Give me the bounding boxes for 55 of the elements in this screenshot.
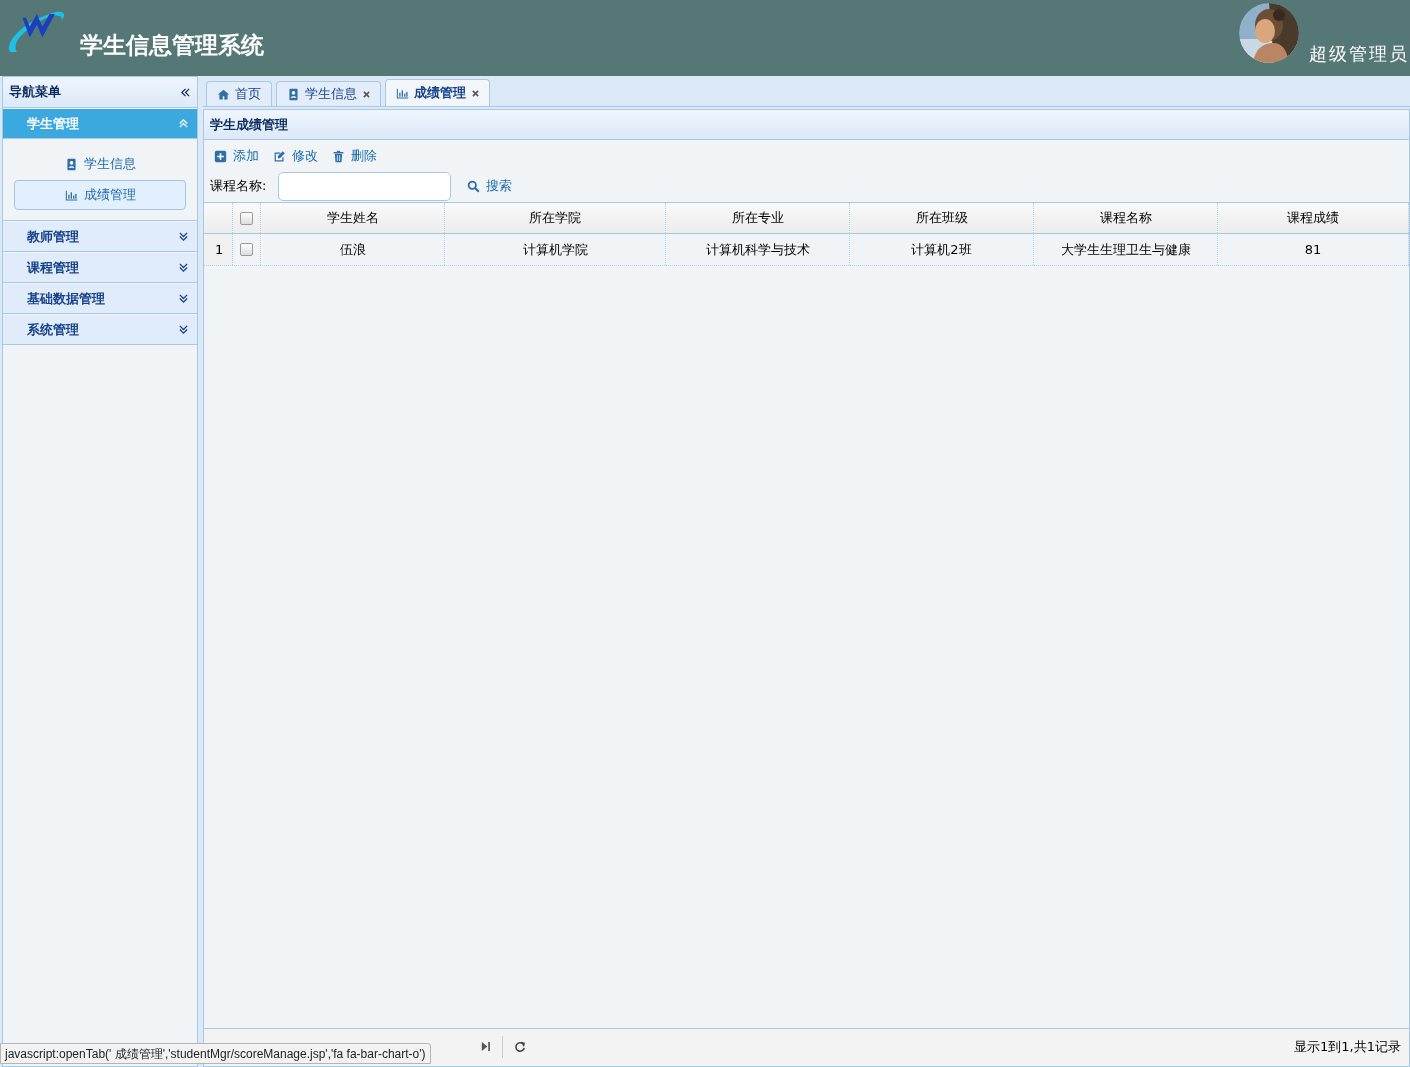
double-chevron-down-icon[interactable] (178, 324, 189, 335)
table-cell: 计算机学院 (445, 234, 666, 265)
contact-card-icon (64, 157, 78, 171)
toolbar-button[interactable]: 修改 (269, 144, 322, 168)
table-cell: 伍浪 (261, 234, 445, 265)
table-cell: 81 (1218, 234, 1409, 265)
column-header[interactable]: 所在学院 (445, 203, 666, 233)
column-header[interactable]: 所在班级 (850, 203, 1034, 233)
collapse-icon[interactable] (180, 86, 191, 98)
table-cell: 大学生生理卫生与健康 (1034, 234, 1218, 265)
column-header[interactable]: 所在专业 (666, 203, 850, 233)
close-icon[interactable] (472, 89, 479, 97)
status-tooltip: javascript:openTab(' 成绩管理','studentMgr/scoreManage.jsp','fa fa-bar-chart-o') (0, 1043, 431, 1064)
search-button[interactable]: 搜索 (465, 174, 515, 198)
menu-item[interactable]: 学生信息 (14, 149, 186, 179)
user-role: 超级管理员 (1309, 45, 1409, 63)
tab[interactable]: 学生信息 (276, 81, 381, 106)
column-header[interactable]: 学生姓名 (261, 203, 445, 233)
menu-group-header[interactable]: 系统管理 (3, 315, 197, 345)
checkbox[interactable] (240, 211, 253, 225)
home-icon (217, 87, 230, 101)
toolbar-button[interactable]: 添加 (210, 144, 263, 168)
column-header[interactable]: 课程成绩 (1218, 203, 1409, 233)
last-page-icon[interactable] (480, 1041, 491, 1052)
menu-group-header[interactable]: 教师管理 (3, 222, 197, 252)
bar-chart-icon (64, 188, 78, 202)
panel-title: 导航菜单 (9, 83, 61, 102)
app-title: 学生信息管理系统 (80, 34, 264, 57)
menu-item[interactable]: 成绩管理 (14, 180, 186, 210)
table-cell: 计算机科学与技术 (666, 234, 850, 265)
toolbar-button[interactable]: 删除 (328, 144, 381, 168)
double-chevron-up-icon[interactable] (178, 118, 189, 129)
tab[interactable]: 成绩管理 (385, 79, 490, 106)
column-header[interactable]: 课程名称 (1034, 203, 1218, 233)
row-number: 1 (204, 234, 233, 265)
search-icon (467, 179, 481, 193)
double-chevron-down-icon[interactable] (178, 293, 189, 304)
menu-group-header[interactable]: 基础数据管理 (3, 284, 197, 314)
close-icon[interactable] (363, 90, 370, 98)
plus-icon (214, 149, 227, 163)
panel-title: 学生成绩管理 (210, 115, 288, 134)
table-cell: 计算机2班 (850, 234, 1034, 265)
tab[interactable]: 首页 (206, 81, 272, 106)
pager-info: 显示1到1,共1记录 (1294, 1037, 1401, 1056)
edit-icon (273, 149, 286, 163)
contact-card-icon (287, 87, 300, 101)
field-label: 课程名称: (210, 177, 267, 196)
bar-chart-icon (396, 86, 409, 100)
refresh-icon[interactable] (514, 1040, 526, 1053)
input-field[interactable] (278, 171, 452, 201)
trash-icon (332, 149, 345, 163)
double-chevron-down-icon[interactable] (178, 231, 189, 242)
double-chevron-down-icon[interactable] (178, 262, 189, 273)
checkbox[interactable] (240, 243, 253, 256)
menu-group-header[interactable]: 课程管理 (3, 253, 197, 283)
